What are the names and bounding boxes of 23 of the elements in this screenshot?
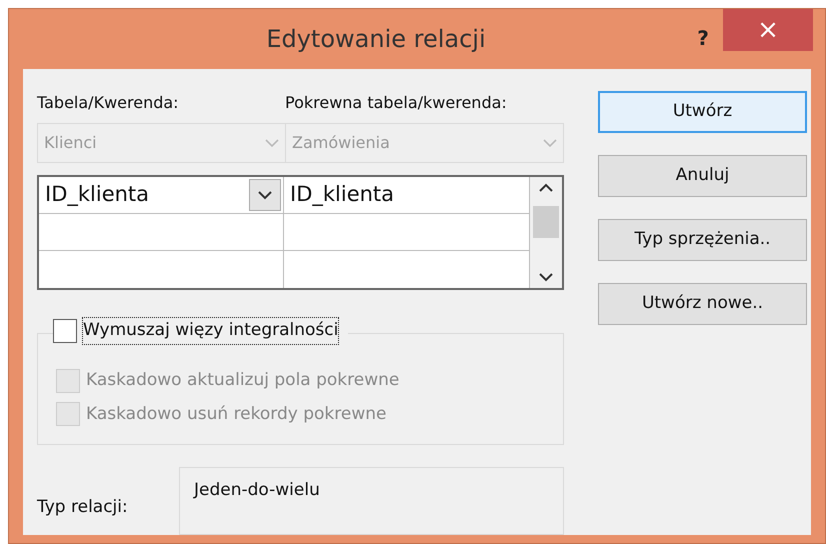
field-cell[interactable]: ID_klienta	[39, 177, 284, 213]
scroll-down-icon[interactable]	[539, 272, 553, 282]
field-cell[interactable]: ID_klienta	[284, 177, 529, 213]
dropdown-button[interactable]	[249, 179, 281, 211]
table-label: Tabela/Kwerenda:	[37, 92, 180, 114]
scroll-up-icon[interactable]	[539, 183, 553, 193]
relation-type-value: Jeden-do-wielu	[179, 467, 564, 535]
checkbox[interactable]	[53, 318, 77, 343]
close-button[interactable]: ×	[723, 9, 813, 51]
dialog-button[interactable]: Typ sprzężenia..	[598, 219, 807, 261]
window-title: Edytowanie relacji	[265, 24, 487, 55]
dialog-button[interactable]: Utwórz nowe..	[598, 283, 807, 325]
chevron-down-icon	[265, 138, 279, 148]
related-table-label: Pokrewna tabela/kwerenda:	[285, 92, 508, 114]
help-button[interactable]: ?	[683, 9, 723, 53]
scroll-thumb[interactable]	[533, 206, 559, 238]
scrollbar[interactable]	[529, 177, 562, 288]
dialog-button[interactable]: Utwórz	[598, 91, 807, 133]
dialog-button[interactable]: Anuluj	[598, 155, 807, 197]
chevron-down-icon	[543, 138, 557, 148]
relation-type-label: Typ relacji:	[37, 496, 129, 520]
chevron-down-icon	[258, 190, 272, 200]
checkbox-label[interactable]: Wymuszaj więzy integralności	[83, 318, 338, 344]
